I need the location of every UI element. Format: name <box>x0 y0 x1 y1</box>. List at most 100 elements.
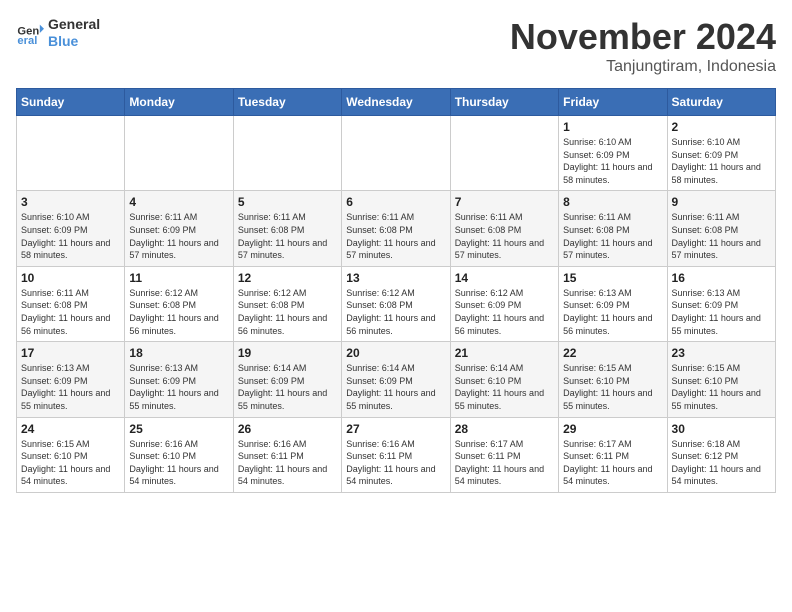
day-cell: 12Sunrise: 6:12 AM Sunset: 6:08 PM Dayli… <box>233 266 341 341</box>
weekday-header-monday: Monday <box>125 89 233 116</box>
day-info: Sunrise: 6:13 AM Sunset: 6:09 PM Dayligh… <box>672 287 771 337</box>
day-cell <box>450 116 558 191</box>
day-cell: 4 Sunrise: 6:11 AM Sunset: 6:09 PM Daylig… <box>125 191 233 266</box>
day-number: 25 <box>129 422 228 436</box>
day-number: 8 <box>563 195 662 209</box>
week-row-3: 10 Sunrise: 6:11 AM Sunset: 6:08 PM Dayli… <box>17 266 776 341</box>
day-number: 7 <box>455 195 554 209</box>
day-info: Sunrise: 6:14 AM Sunset: 6:10 PM Dayligh… <box>455 362 554 412</box>
weekday-header-tuesday: Tuesday <box>233 89 341 116</box>
day-number: 15 <box>563 271 662 285</box>
day-cell: 30 Sunrise: 6:18 AM Sunset: 6:12 PM Dayli… <box>667 417 775 492</box>
day-number: 2 <box>672 120 771 134</box>
weekday-header-thursday: Thursday <box>450 89 558 116</box>
day-number: 10 <box>21 271 120 285</box>
day-number: 1 <box>563 120 662 134</box>
day-number: 29 <box>563 422 662 436</box>
day-cell: 25 Sunrise: 6:16 AM Sunset: 6:10 PM Dayli… <box>125 417 233 492</box>
day-number: 16 <box>672 271 771 285</box>
day-info: Sunrise: 6:18 AM Sunset: 6:12 PM Dayligh… <box>672 438 771 488</box>
weekday-header-row: SundayMondayTuesdayWednesdayThursdayFrid… <box>17 89 776 116</box>
day-number: 22 <box>563 346 662 360</box>
day-number: 30 <box>672 422 771 436</box>
day-info: Sunrise: 6:10 AM Sunset: 6:09 PM Dayligh… <box>672 136 771 186</box>
day-info: Sunrise: 6:16 AM Sunset: 6:11 PM Dayligh… <box>238 438 337 488</box>
day-info: Sunrise: 6:13 AM Sunset: 6:09 PM Dayligh… <box>21 362 120 412</box>
day-info: Sunrise: 6:15 AM Sunset: 6:10 PM Dayligh… <box>672 362 771 412</box>
day-cell: 18 Sunrise: 6:13 AM Sunset: 6:09 PM Dayli… <box>125 342 233 417</box>
day-number: 27 <box>346 422 445 436</box>
title-block: November 2024 Tanjungtiram, Indonesia <box>510 16 776 76</box>
day-cell <box>17 116 125 191</box>
day-number: 6 <box>346 195 445 209</box>
logo-icon: Gen eral <box>16 19 44 47</box>
day-info: Sunrise: 6:11 AM Sunset: 6:08 PM Dayligh… <box>238 211 337 261</box>
day-number: 28 <box>455 422 554 436</box>
day-number: 17 <box>21 346 120 360</box>
day-cell: 21 Sunrise: 6:14 AM Sunset: 6:10 PM Dayli… <box>450 342 558 417</box>
day-info: Sunrise: 6:14 AM Sunset: 6:09 PM Dayligh… <box>346 362 445 412</box>
day-info: Sunrise: 6:17 AM Sunset: 6:11 PM Dayligh… <box>563 438 662 488</box>
day-cell: 23 Sunrise: 6:15 AM Sunset: 6:10 PM Dayli… <box>667 342 775 417</box>
day-number: 18 <box>129 346 228 360</box>
day-number: 19 <box>238 346 337 360</box>
day-cell: 13Sunrise: 6:12 AM Sunset: 6:08 PM Dayli… <box>342 266 450 341</box>
day-info: Sunrise: 6:10 AM Sunset: 6:09 PM Dayligh… <box>563 136 662 186</box>
day-cell: 3 Sunrise: 6:10 AM Sunset: 6:09 PM Daylig… <box>17 191 125 266</box>
day-info: Sunrise: 6:15 AM Sunset: 6:10 PM Dayligh… <box>21 438 120 488</box>
day-number: 21 <box>455 346 554 360</box>
day-info: Sunrise: 6:15 AM Sunset: 6:10 PM Dayligh… <box>563 362 662 412</box>
day-number: 23 <box>672 346 771 360</box>
day-cell: 1 Sunrise: 6:10 AM Sunset: 6:09 PM Daylig… <box>559 116 667 191</box>
day-info: Sunrise: 6:11 AM Sunset: 6:08 PM Dayligh… <box>563 211 662 261</box>
logo-text: General Blue <box>48 16 100 50</box>
day-number: 3 <box>21 195 120 209</box>
logo: Gen eral General Blue <box>16 16 100 50</box>
week-row-2: 3 Sunrise: 6:10 AM Sunset: 6:09 PM Daylig… <box>17 191 776 266</box>
day-cell: 14 Sunrise: 6:12 AM Sunset: 6:09 PM Dayli… <box>450 266 558 341</box>
day-number: 4 <box>129 195 228 209</box>
day-info: Sunrise: 6:11 AM Sunset: 6:08 PM Dayligh… <box>21 287 120 337</box>
page-header: Gen eral General Blue November 2024 Tanj… <box>16 16 776 76</box>
day-info: Sunrise: 6:16 AM Sunset: 6:10 PM Dayligh… <box>129 438 228 488</box>
location: Tanjungtiram, Indonesia <box>510 58 776 76</box>
day-number: 11 <box>129 271 228 285</box>
day-cell: 27 Sunrise: 6:16 AM Sunset: 6:11 PM Dayli… <box>342 417 450 492</box>
day-info: Sunrise: 6:13 AM Sunset: 6:09 PM Dayligh… <box>129 362 228 412</box>
day-info: Sunrise: 6:11 AM Sunset: 6:08 PM Dayligh… <box>455 211 554 261</box>
day-cell: 8 Sunrise: 6:11 AM Sunset: 6:08 PM Daylig… <box>559 191 667 266</box>
day-cell: 29 Sunrise: 6:17 AM Sunset: 6:11 PM Dayli… <box>559 417 667 492</box>
weekday-header-sunday: Sunday <box>17 89 125 116</box>
day-cell: 2 Sunrise: 6:10 AM Sunset: 6:09 PM Daylig… <box>667 116 775 191</box>
day-info: Sunrise: 6:14 AM Sunset: 6:09 PM Dayligh… <box>238 362 337 412</box>
day-number: 5 <box>238 195 337 209</box>
week-row-4: 17 Sunrise: 6:13 AM Sunset: 6:09 PM Dayli… <box>17 342 776 417</box>
day-cell: 5 Sunrise: 6:11 AM Sunset: 6:08 PM Daylig… <box>233 191 341 266</box>
day-cell: 19 Sunrise: 6:14 AM Sunset: 6:09 PM Dayli… <box>233 342 341 417</box>
weekday-header-friday: Friday <box>559 89 667 116</box>
day-number: 14 <box>455 271 554 285</box>
day-info: Sunrise: 6:16 AM Sunset: 6:11 PM Dayligh… <box>346 438 445 488</box>
day-cell: 20 Sunrise: 6:14 AM Sunset: 6:09 PM Dayli… <box>342 342 450 417</box>
day-cell: 17 Sunrise: 6:13 AM Sunset: 6:09 PM Dayli… <box>17 342 125 417</box>
day-number: 13 <box>346 271 445 285</box>
day-cell <box>125 116 233 191</box>
day-number: 20 <box>346 346 445 360</box>
day-info: Sunrise: 6:10 AM Sunset: 6:09 PM Dayligh… <box>21 211 120 261</box>
day-cell: 15 Sunrise: 6:13 AM Sunset: 6:09 PM Dayli… <box>559 266 667 341</box>
day-cell: 28 Sunrise: 6:17 AM Sunset: 6:11 PM Dayli… <box>450 417 558 492</box>
day-info: Sunrise: 6:17 AM Sunset: 6:11 PM Dayligh… <box>455 438 554 488</box>
day-info: Sunrise: 6:12 AM Sunset: 6:09 PM Dayligh… <box>455 287 554 337</box>
month-title: November 2024 <box>510 16 776 58</box>
day-number: 12 <box>238 271 337 285</box>
svg-text:eral: eral <box>17 35 37 47</box>
day-cell: 26 Sunrise: 6:16 AM Sunset: 6:11 PM Dayli… <box>233 417 341 492</box>
day-info: Sunrise: 6:11 AM Sunset: 6:09 PM Dayligh… <box>129 211 228 261</box>
week-row-5: 24 Sunrise: 6:15 AM Sunset: 6:10 PM Dayli… <box>17 417 776 492</box>
day-cell: 10 Sunrise: 6:11 AM Sunset: 6:08 PM Dayli… <box>17 266 125 341</box>
day-cell: 22 Sunrise: 6:15 AM Sunset: 6:10 PM Dayli… <box>559 342 667 417</box>
day-info: Sunrise: 6:11 AM Sunset: 6:08 PM Dayligh… <box>346 211 445 261</box>
day-number: 26 <box>238 422 337 436</box>
day-number: 24 <box>21 422 120 436</box>
day-info: Sunrise: 6:13 AM Sunset: 6:09 PM Dayligh… <box>563 287 662 337</box>
